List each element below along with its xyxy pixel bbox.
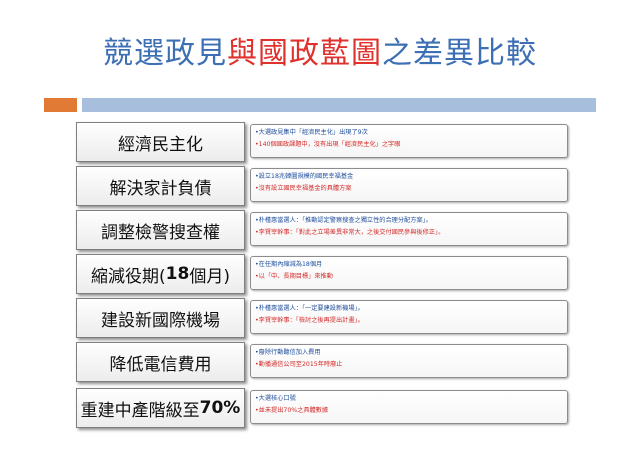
policy-label-number: 18 xyxy=(165,264,190,284)
policy-label-text: 解決家計負債 xyxy=(109,178,212,199)
policy-detail-box: •在任期內縮減為18個月 •以「中、長期目標」來推動 xyxy=(250,256,568,290)
policy-detail-box: •朴槿惠當選人：「推動認定警察搜查之獨立性的合理分配方案」。 •李賢宰幹事：「對… xyxy=(250,212,568,246)
blueprint-text: •李賢宰幹事：「檢討之後再提出計畫」。 xyxy=(255,317,364,324)
policy-label: 調整檢警搜查權 xyxy=(76,210,245,250)
comparison-row: 解決家計負債 •設立18兆韓圜規模的國民幸福基金 •沒有設立國民幸福基金的具體方… xyxy=(0,166,640,206)
campaign-pledge-text: •廢除行動聽信加入費用 xyxy=(255,349,321,356)
comparison-rows: 經濟民主化 •大選政見集中「經濟民主化」出現了9次 •140個國政課題中，沒有出… xyxy=(0,0,640,456)
campaign-pledge-text: •朴槿惠當選人：「推動認定警察搜查之獨立性的合理分配方案」。 xyxy=(255,217,432,224)
comparison-row: 降低電信費用 •廢除行動聽信加入費用 •動播通信公司至2015年時廢止 xyxy=(0,342,640,382)
policy-label: 建設新國際機場 xyxy=(76,298,245,338)
policy-label-text: 建設新國際機場 xyxy=(101,310,220,331)
campaign-pledge-text: •朴槿惠當選人：「一定要建設新機場」。 xyxy=(255,305,364,312)
campaign-pledge-text: •在任期內縮減為18個月 xyxy=(255,261,323,268)
policy-label-text: 降低電信費用 xyxy=(109,354,212,375)
blueprint-text: •李賢宰幹事：「對此之立場差異非常大，之後交付國民參與後修正」。 xyxy=(255,229,445,236)
blueprint-text: •動播通信公司至2015年時廢止 xyxy=(255,361,343,368)
comparison-row: 調整檢警搜查權 •朴槿惠當選人：「推動認定警察搜查之獨立性的合理分配方案」。 •… xyxy=(0,210,640,250)
policy-label: 降低電信費用 xyxy=(76,342,245,382)
policy-detail-box: •廢除行動聽信加入費用 •動播通信公司至2015年時廢止 xyxy=(250,344,568,378)
policy-label-text: 重建中產階級至 xyxy=(80,400,200,421)
blueprint-text: •140個國政課題中，沒有出現「經濟民主化」之字眼 xyxy=(255,141,401,148)
comparison-row: 重建中產階級至 70% •大選核心口號 •並未提出70%之具體數據 xyxy=(0,388,640,428)
campaign-pledge-text: •大選核心口號 xyxy=(255,395,296,402)
policy-label: 解決家計負債 xyxy=(76,166,245,206)
comparison-row: 建設新國際機場 •朴槿惠當選人：「一定要建設新機場」。 •李賢宰幹事：「檢討之後… xyxy=(0,298,640,338)
policy-label-number: 70% xyxy=(199,398,241,418)
blueprint-text: •以「中、長期目標」來推動 xyxy=(255,273,333,280)
comparison-row: 經濟民主化 •大選政見集中「經濟民主化」出現了9次 •140個國政課題中，沒有出… xyxy=(0,122,640,162)
blueprint-text: •沒有設立國民幸福基金的具體方案 xyxy=(255,185,352,192)
blueprint-text: •並未提出70%之具體數據 xyxy=(255,407,329,414)
comparison-row: 縮減役期(18 個月) •在任期內縮減為18個月 •以「中、長期目標」來推動 xyxy=(0,254,640,294)
policy-label: 重建中產階級至 70% xyxy=(76,388,245,428)
policy-label: 縮減役期(18 個月) xyxy=(76,254,245,294)
policy-label: 經濟民主化 xyxy=(76,122,245,162)
policy-detail-box: •大選政見集中「經濟民主化」出現了9次 •140個國政課題中，沒有出現「經濟民主… xyxy=(250,124,568,158)
campaign-pledge-text: •設立18兆韓圜規模的國民幸福基金 xyxy=(255,173,354,180)
policy-label-text: 調整檢警搜查權 xyxy=(101,222,220,243)
policy-detail-box: •朴槿惠當選人：「一定要建設新機場」。 •李賢宰幹事：「檢討之後再提出計畫」。 xyxy=(250,300,568,334)
campaign-pledge-text: •大選政見集中「經濟民主化」出現了9次 xyxy=(255,129,368,136)
policy-label-tail: 個月) xyxy=(189,266,230,287)
policy-label-text: 經濟民主化 xyxy=(118,134,203,155)
policy-detail-box: •大選核心口號 •並未提出70%之具體數據 xyxy=(250,390,568,424)
policy-label-text: 縮減役期( xyxy=(91,266,166,287)
policy-detail-box: •設立18兆韓圜規模的國民幸福基金 •沒有設立國民幸福基金的具體方案 xyxy=(250,168,568,202)
